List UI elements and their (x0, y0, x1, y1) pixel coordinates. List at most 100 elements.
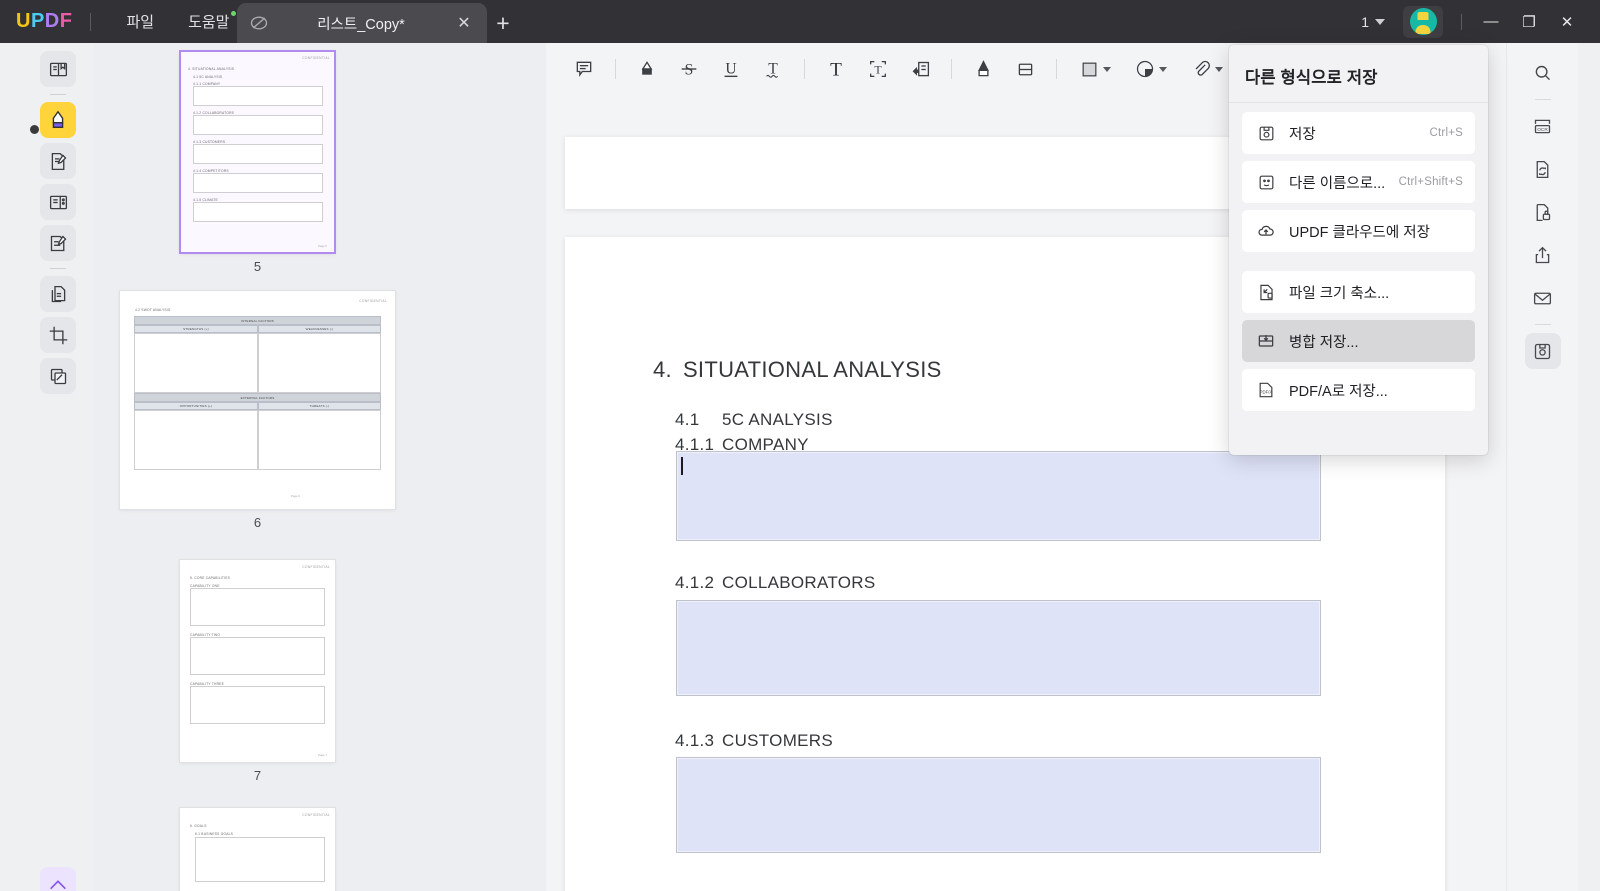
shapes-tool[interactable] (1068, 51, 1122, 87)
menu-item-save[interactable]: 저장 Ctrl+S (1242, 112, 1475, 154)
sidebar-item-fill-and-sign[interactable] (40, 225, 76, 261)
menu-item-save-as-pdfa[interactable]: PDF/A PDF/A로 저장... (1242, 369, 1475, 411)
doc-copy-icon (51, 285, 65, 302)
menu-file[interactable]: 파일 (109, 0, 171, 43)
layers-icon (50, 368, 66, 384)
pencil-tool[interactable] (963, 51, 1003, 87)
toolbar-divider-2 (804, 59, 805, 79)
sidebar-item-annotate[interactable] (40, 102, 76, 138)
thumb-footer: Page 7 (318, 753, 327, 757)
sidebar-item-page-organize[interactable] (40, 184, 76, 220)
thumb-field (258, 333, 381, 393)
toolbar-divider-1 (615, 59, 616, 79)
text-callout-tool[interactable] (900, 51, 940, 87)
thumb-number: 6 (253, 515, 262, 530)
save-as-icon (1254, 170, 1278, 194)
underline-tool[interactable]: U (711, 51, 751, 87)
thumb-field (195, 837, 325, 882)
toolbar-divider-3 (951, 59, 952, 79)
highlight-tool[interactable] (627, 51, 667, 87)
menu-item-label: 다른 이름으로... (1289, 175, 1386, 192)
logo-letter-u: U (16, 10, 31, 32)
section-number: 4.1.3 (675, 731, 715, 750)
thumb-heading: 4. SITUATIONAL ANALYSIS (188, 67, 235, 71)
menu-item-save-as[interactable]: 다른 이름으로... Ctrl+Shift+S (1242, 161, 1475, 203)
maximize-button[interactable]: ❐ (1510, 0, 1548, 43)
sidebar-item-save-as[interactable] (1524, 333, 1561, 369)
close-window-button[interactable]: ✕ (1548, 0, 1586, 43)
form-field-company[interactable] (676, 451, 1321, 541)
sticker-tool[interactable] (1124, 51, 1178, 87)
section-number: 4.1 (675, 410, 700, 429)
menu-item-reduce-file-size[interactable]: 파일 크기 축소... (1242, 271, 1475, 313)
menu-item-shortcut: Ctrl+S (1429, 127, 1463, 139)
sidebar-item-share[interactable] (1525, 237, 1561, 273)
sidebar-item-crop-page[interactable] (40, 317, 76, 353)
form-field-customers[interactable] (676, 757, 1321, 853)
updf-ai-button[interactable] (40, 867, 76, 891)
page-jump-value: 1 (1361, 13, 1369, 30)
close-icon[interactable]: ✕ (453, 12, 475, 34)
updf-doc-icon (250, 16, 268, 30)
account-button[interactable] (1403, 5, 1443, 38)
text-field-tool[interactable]: T (858, 51, 898, 87)
maximize-icon: ❐ (1522, 13, 1536, 31)
toolbar-divider-4 (1056, 59, 1057, 79)
attachment-tool[interactable] (1180, 51, 1234, 87)
thumb-field (134, 410, 258, 470)
thumb-field (193, 86, 323, 106)
minimize-button[interactable]: — (1472, 0, 1510, 43)
thumbnail-panel[interactable]: CONFIDENTIAL 4. SITUATIONAL ANALYSIS 4.1… (94, 43, 546, 891)
sidebar-item-email[interactable] (1525, 280, 1561, 316)
thumb-confidential: CONFIDENTIAL (302, 813, 330, 817)
sidebar-item-search[interactable] (1525, 55, 1561, 91)
document-pen-icon (51, 152, 66, 170)
page-jump-control[interactable]: 1 (1351, 14, 1395, 30)
right-rail-divider-1 (1534, 99, 1551, 100)
thumb-field (190, 686, 325, 724)
eraser-icon (1018, 63, 1032, 75)
thumb-field (190, 588, 325, 626)
section-heading-4-1-3: 4.1.3 CUSTOMERS (675, 731, 833, 751)
save-floppy-icon (1254, 121, 1278, 145)
sidebar-item-batch-process[interactable] (40, 358, 76, 394)
save-as-dropdown-menu[interactable]: 다른 형식으로 저장 저장 Ctrl+S 다른 이름으로... Ctrl+Shi… (1229, 45, 1488, 455)
menu-help[interactable]: 도움말 (171, 0, 246, 43)
menu-item-save-to-updf-cloud[interactable]: UPDF 클라우드에 저장 (1242, 210, 1475, 252)
rail-collapse-handle[interactable] (30, 125, 39, 134)
strikethrough-tool[interactable]: S (669, 51, 709, 87)
plus-icon[interactable]: + (490, 10, 516, 36)
thumb-page-canvas: CONFIDENTIAL 6. GOALS 6.1 BUSINESS GOALS (180, 808, 335, 891)
menu-item-shortcut: Ctrl+Shift+S (1398, 176, 1463, 188)
lock-doc-icon (1536, 203, 1551, 221)
sidebar-item-protect[interactable] (1525, 194, 1561, 230)
sidebar-item-edit-pdf[interactable] (40, 143, 76, 179)
squiggly-tool[interactable]: T (753, 51, 793, 87)
rail-divider-2 (50, 268, 66, 269)
thumbnail-page-6[interactable]: CONFIDENTIAL 4.2 SWOT ANALYSIS INTERNAL … (120, 291, 395, 530)
sticker-icon (1136, 60, 1154, 78)
thumb-heading: 6.1 BUSINESS GOALS (195, 832, 234, 836)
text-box-tool[interactable]: T (816, 51, 856, 87)
form-field-collaborators[interactable] (676, 600, 1321, 696)
sidebar-item-reader-view[interactable] (40, 51, 76, 87)
thumbnail-page-8[interactable]: CONFIDENTIAL 6. GOALS 6.1 BUSINESS GOALS (180, 808, 335, 891)
thumb-field (193, 202, 323, 222)
svg-text:T: T (874, 63, 882, 77)
menu-item-flatten-save[interactable]: 병합 저장... (1242, 320, 1475, 362)
paperclip-icon (1195, 60, 1210, 76)
thumbnail-page-7[interactable]: CONFIDENTIAL 5. CORE CAPABILITIES CAPABI… (180, 560, 335, 783)
thumb-table-cell: WEAKNESSES (-) (258, 325, 381, 333)
logo-letter-p: P (30, 10, 45, 32)
eraser-tool[interactable] (1005, 51, 1045, 87)
sidebar-item-convert-pdf[interactable] (40, 276, 76, 312)
document-tab[interactable]: 리스트_Copy* ✕ (237, 3, 487, 43)
page-title-text: SITUATIONAL ANALYSIS (682, 357, 942, 382)
note-comment-tool[interactable] (564, 51, 604, 87)
menu-item-label: 저장 (1289, 126, 1316, 143)
sidebar-item-ocr[interactable]: OCR (1525, 108, 1561, 144)
thumb-table-header: EXTERNAL FACTORS (134, 393, 381, 402)
thumbnail-page-5[interactable]: CONFIDENTIAL 4. SITUATIONAL ANALYSIS 4.1… (179, 50, 336, 274)
thumb-heading: 4.2 SWOT ANALYSIS (135, 308, 171, 312)
sidebar-item-convert[interactable] (1525, 151, 1561, 187)
